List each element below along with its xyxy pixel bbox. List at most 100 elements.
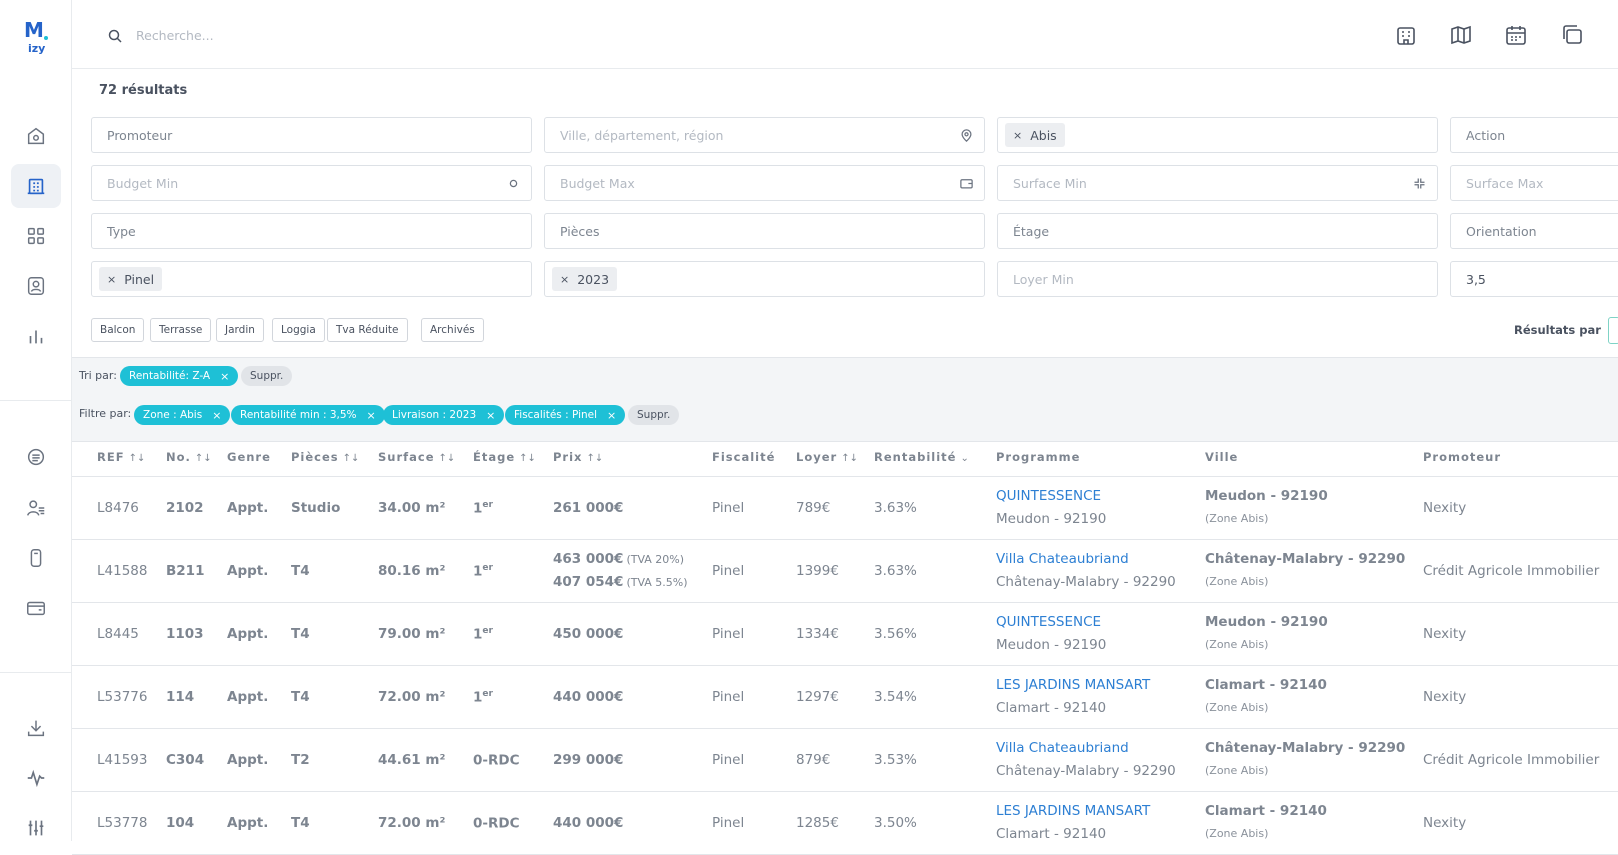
surface-min-field[interactable]: Surface Min [997, 165, 1438, 201]
column-header-ville[interactable]: Ville [1205, 450, 1238, 464]
search-input[interactable] [136, 22, 536, 48]
prix-value: 440 000€ [553, 815, 624, 831]
toggle-loggia[interactable]: Loggia [272, 318, 325, 342]
type-field[interactable]: Type [91, 213, 532, 249]
promoteur-placeholder: Promoteur [107, 127, 173, 143]
sort-tag[interactable]: Rentabilité: Z-A × [120, 366, 239, 386]
sidebar-stats-icon[interactable] [11, 314, 61, 358]
cell-zone: (Zone Abis) [1205, 701, 1269, 714]
toggle-terrasse[interactable]: Terrasse [150, 318, 212, 342]
budget-min-placeholder: Budget Min [107, 175, 179, 191]
remove-tag-icon[interactable]: × [607, 409, 616, 422]
etage-suffix: er [482, 689, 493, 699]
remove-tag-icon[interactable]: × [220, 370, 229, 383]
toggle-tva-reduite[interactable]: Tva Réduite [327, 318, 408, 342]
cell-no: 104 [166, 815, 195, 831]
building-view-icon[interactable] [1394, 23, 1418, 47]
filter-tag-zone[interactable]: Zone : Abis × [134, 405, 231, 425]
surface-max-field[interactable]: Surface Max [1450, 165, 1618, 201]
column-header-rentabilite[interactable]: Rentabilité ⌄ [874, 450, 969, 464]
toggle-balcon[interactable]: Balcon [91, 318, 145, 342]
filter-tag-fiscalite[interactable]: Fiscalités : Pinel × [505, 405, 626, 425]
map-view-icon[interactable] [1449, 23, 1473, 47]
filter-tag-rentabilite[interactable]: Rentabilité min : 3,5% × [231, 405, 385, 425]
table-row[interactable]: L8445 1103 Appt. T4 79.00 m² 1er 450 000€ Pinel… [0, 603, 1618, 666]
sort-clear-button[interactable]: Suppr. [241, 366, 293, 386]
rentabilite-min-field[interactable]: 3,5 [1450, 261, 1618, 297]
budget-min-field[interactable]: Budget Min [91, 165, 532, 201]
sidebar-home-icon[interactable] [11, 114, 61, 158]
cell-surface: 80.16 m² [378, 563, 446, 579]
table-row[interactable]: L53776 114 Appt. T4 72.00 m² 1er 440 000€ Pinel… [0, 666, 1618, 729]
column-header-prix[interactable]: Prix ↑↓ [553, 450, 603, 464]
remove-chip-icon[interactable]: × [1013, 129, 1022, 142]
remove-tag-icon[interactable]: × [486, 409, 495, 422]
calendar-view-icon[interactable] [1504, 23, 1528, 47]
cell-prix: 299 000€ [553, 752, 626, 768]
action-field[interactable]: Action [1450, 117, 1618, 153]
loyer-min-field[interactable]: Loyer Min [997, 261, 1438, 297]
programme-link[interactable]: Villa Chateaubriand [996, 551, 1129, 567]
results-per-page-select[interactable] [1608, 317, 1618, 344]
minimize-icon [1412, 176, 1427, 191]
column-header-ref[interactable]: REF ↑↓ [97, 450, 145, 464]
zone-field[interactable]: × Abis [997, 117, 1438, 153]
livraison-field[interactable]: × 2023 [544, 261, 985, 297]
pieces-field[interactable]: Pièces [544, 213, 985, 249]
filter-tag-livraison[interactable]: Livraison : 2023 × [383, 405, 505, 425]
app-logo[interactable]: Mizy [22, 18, 52, 56]
cell-ref: L53778 [97, 815, 148, 831]
sidebar-buildings-icon[interactable] [11, 164, 61, 208]
table-row[interactable]: L8476 2102 Appt. Studio 34.00 m² 1er 261 000€ P… [0, 477, 1618, 540]
table-row[interactable]: L41588 B211 Appt. T4 80.16 m² 1er 463 000€ (TVA… [0, 540, 1618, 603]
cell-prix: 261 000€ [553, 500, 626, 516]
cell-rentabilite: 3.50% [874, 815, 917, 831]
budget-max-field[interactable]: Budget Max [544, 165, 985, 201]
sort-arrows-icon: ↑↓ [128, 453, 146, 464]
ville-field[interactable]: Ville, département, région [544, 117, 985, 153]
sidebar-contact-icon[interactable] [11, 264, 61, 308]
promoteur-field[interactable]: Promoteur [91, 117, 532, 153]
cell-zone: (Zone Abis) [1205, 512, 1269, 525]
fiscalite-field[interactable]: × Pinel [91, 261, 532, 297]
orientation-field[interactable]: Orientation [1450, 213, 1618, 249]
column-header-fiscalite[interactable]: Fiscalité [712, 450, 775, 464]
remove-chip-icon[interactable]: × [107, 273, 116, 286]
column-header-programme[interactable]: Programme [996, 450, 1080, 464]
cell-genre: Appt. [227, 752, 269, 768]
fiscalite-chip[interactable]: × Pinel [99, 267, 163, 291]
programme-link[interactable]: QUINTESSENCE [996, 614, 1101, 630]
column-header-pieces[interactable]: Pièces ↑↓ [291, 450, 359, 464]
remove-tag-icon[interactable]: × [367, 409, 376, 422]
programme-link[interactable]: LES JARDINS MANSART [996, 677, 1150, 693]
remove-chip-icon[interactable]: × [560, 273, 569, 286]
zone-chip[interactable]: × Abis [1005, 123, 1065, 147]
column-header-etage[interactable]: Étage ↑↓ [473, 450, 536, 464]
column-header-genre[interactable]: Genre [227, 450, 271, 464]
programme-link[interactable]: LES JARDINS MANSART [996, 803, 1150, 819]
toggle-jardin[interactable]: Jardin [216, 318, 264, 342]
column-header-surface[interactable]: Surface ↑↓ [378, 450, 455, 464]
column-header-label: Loyer [796, 450, 838, 464]
filter-clear-button[interactable]: Suppr. [628, 405, 680, 425]
column-header-promoteur[interactable]: Promoteur [1423, 450, 1501, 464]
etage-field[interactable]: Étage [997, 213, 1438, 249]
cell-promoteur: Nexity [1423, 500, 1467, 516]
cell-promoteur: Crédit Agricole Immobilier [1423, 563, 1600, 579]
copy-view-icon[interactable] [1560, 23, 1584, 47]
sidebar-list-icon[interactable] [11, 435, 61, 479]
table-row[interactable]: L53778 104 Appt. T4 72.00 m² 0-RDC 440 000€ Pin… [0, 792, 1618, 855]
toggle-archives[interactable]: Archivés [421, 318, 484, 342]
column-header-label: Promoteur [1423, 450, 1502, 464]
programme-link[interactable]: QUINTESSENCE [996, 488, 1101, 504]
remove-tag-icon[interactable]: × [212, 409, 221, 422]
column-header-loyer[interactable]: Loyer ↑↓ [796, 450, 858, 464]
sort-arrows-icon: ↑↓ [438, 453, 456, 464]
column-header-no[interactable]: No. ↑↓ [166, 450, 212, 464]
livraison-chip[interactable]: × 2023 [552, 267, 618, 291]
location-pin-icon [959, 128, 974, 143]
sidebar-grid-icon[interactable] [11, 214, 61, 258]
table-row[interactable]: L41593 C304 Appt. T2 44.61 m² 0-RDC 299 000€ Pi… [0, 729, 1618, 792]
programme-link[interactable]: Villa Chateaubriand [996, 740, 1129, 756]
zone-chip-label: Abis [1030, 127, 1057, 143]
